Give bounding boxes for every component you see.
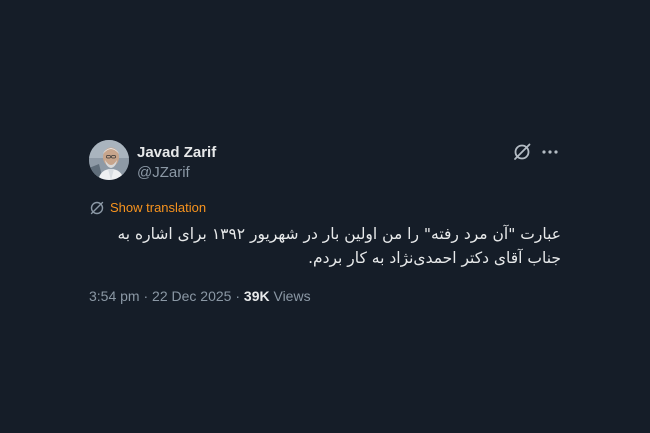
views-count[interactable]: 39K [244,288,270,304]
avatar[interactable] [89,140,129,180]
views-label: Views [269,288,311,304]
tweet-text: عبارت "آن مرد رفته" را من اولین بار در ش… [117,225,561,267]
meta-separator: · [139,288,153,304]
show-translation-link[interactable]: Show translation [89,200,206,216]
show-translation-label[interactable]: Show translation [110,200,206,216]
author-display-name[interactable]: Javad Zarif [137,144,216,161]
meta-separator: · [231,288,244,304]
translate-icon [90,201,104,215]
tweet-time[interactable]: 3:54 pm [89,288,140,304]
more-options-icon[interactable] [541,142,559,162]
tweet-date[interactable]: 22 Dec 2025 [152,288,231,304]
grok-icon[interactable] [512,142,532,162]
author-handle[interactable]: @JZarif [137,164,190,181]
tweet-card: Javad Zarif @JZarif Show translation عبا… [89,140,561,320]
tweet-metadata: 3:54 pm · 22 Dec 2025 · 39K Views [89,288,311,304]
avatar-photo-icon [89,140,129,180]
